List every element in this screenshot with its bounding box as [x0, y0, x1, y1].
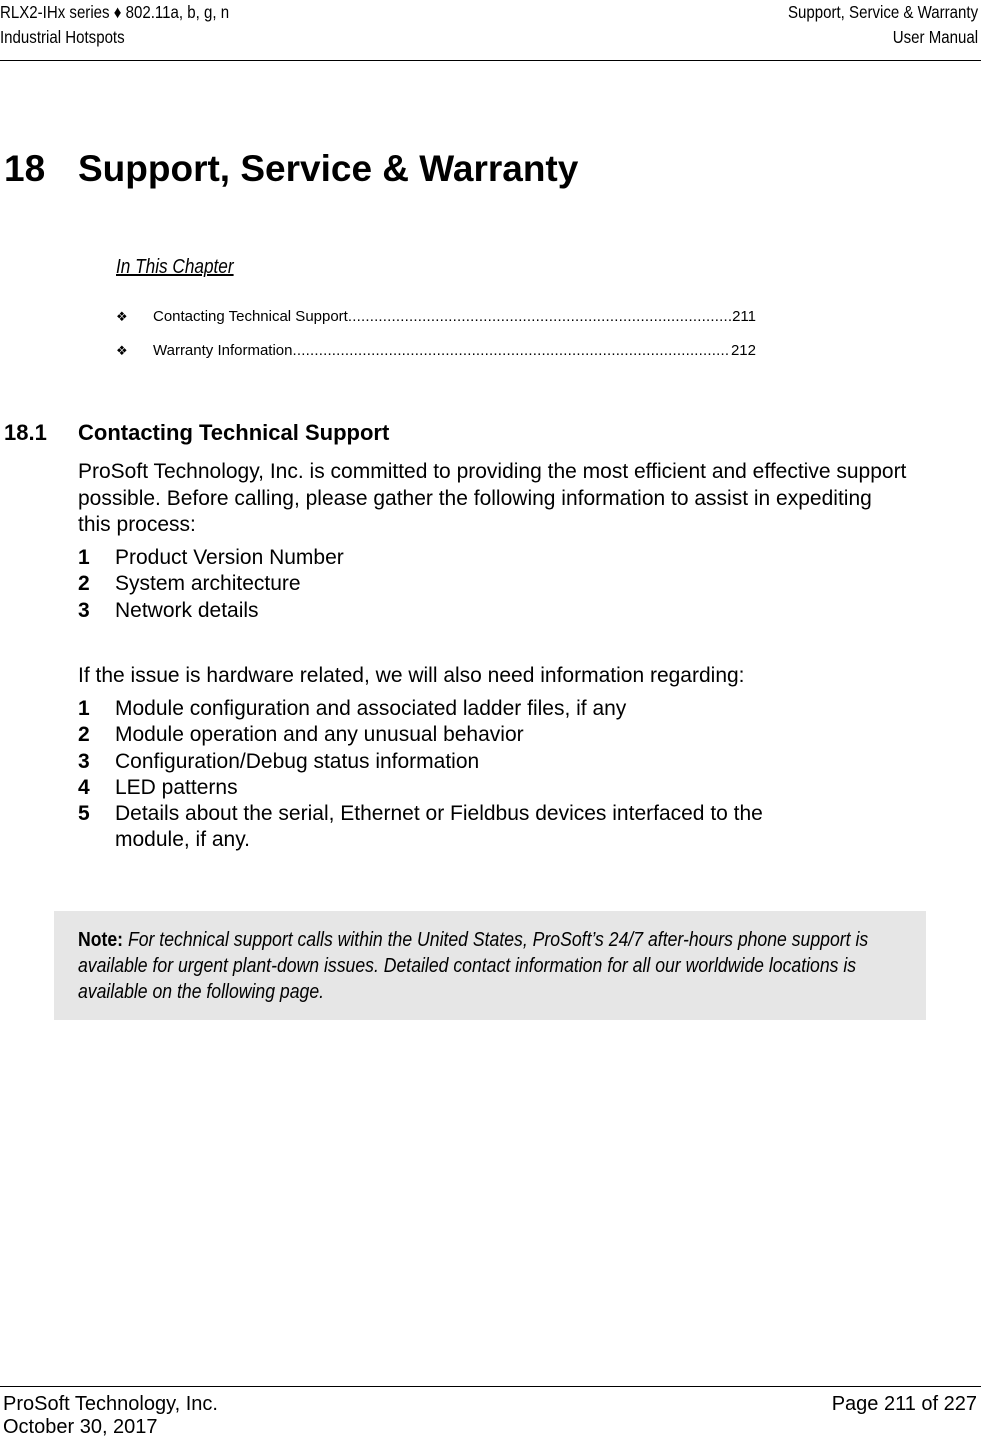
list-number: 2: [78, 723, 90, 747]
list-number: 4: [78, 775, 90, 799]
section-title: 18.1 Contacting Technical Support: [4, 420, 389, 446]
intro-paragraph: ProSoft Technology, Inc. is committed to…: [78, 460, 907, 536]
footer-company: ProSoft Technology, Inc.: [3, 1393, 218, 1415]
diamond-bullet-icon: ❖: [116, 309, 128, 324]
list-number: 3: [78, 749, 90, 773]
list-text: Network details: [115, 598, 259, 622]
list-item: 5 Details about the serial, Ethernet or F…: [78, 801, 908, 854]
list-text: LED patterns: [115, 775, 238, 799]
header-right: Support, Service & Warranty User Manual: [788, 0, 978, 50]
list-item: 2 Module operation and any unusual behavi…: [78, 722, 908, 748]
list-number: 1: [78, 546, 90, 569]
list-text: Configuration/Debug status information: [115, 749, 480, 773]
list-number: 3: [78, 598, 90, 622]
page-number: Page 211 of 227: [831, 1393, 977, 1415]
list-number: 5: [78, 802, 90, 826]
note-label: Note:: [78, 928, 124, 951]
list-item: 1 Module configuration and associated lad…: [78, 696, 908, 722]
list-text: Module operation and any unusual behavio…: [115, 723, 524, 747]
list-text: Product Version Number: [115, 546, 344, 569]
list-text: Details about the serial, Ethernet or Fi…: [115, 802, 763, 852]
note-message: For technical support calls within the U…: [78, 928, 869, 1003]
toc-item[interactable]: ❖ Contacting Technical Support 211: [116, 308, 756, 342]
list-item: 4 LED patterns: [78, 775, 908, 801]
list-item: 3 Network details: [78, 598, 908, 624]
section-number: 18.1: [4, 420, 47, 445]
list-text: Module configuration and associated ladd…: [115, 697, 627, 720]
hardware-info-list: 1 Module configuration and associated lad…: [78, 696, 908, 854]
header-left: RLX2-IHx series ♦ 802.11a, b, g, n Indus…: [0, 0, 229, 50]
toc-item[interactable]: ❖ Warranty Information 212: [116, 342, 756, 376]
list-item: 2 System architecture: [78, 571, 908, 597]
hardware-paragraph: If the issue is hardware related, we wil…: [78, 664, 745, 687]
page-header: RLX2-IHx series ♦ 802.11a, b, g, n Indus…: [0, 0, 981, 61]
list-text: System architecture: [115, 572, 301, 596]
header-doc-type: User Manual: [892, 27, 978, 47]
chapter-title: 18 Support, Service & Warranty: [4, 148, 578, 190]
list-item: 1 Product Version Number: [78, 545, 908, 571]
chapter-toc: ❖ Contacting Technical Support 211 ❖ War…: [116, 308, 756, 376]
info-list: 1 Product Version Number 2 System architec…: [78, 545, 908, 624]
section-title-text: Contacting Technical Support: [78, 420, 390, 445]
header-chapter-name: Support, Service & Warranty: [787, 2, 978, 22]
note-text: Note: For technical support calls within…: [78, 927, 904, 1005]
toc-item-page[interactable]: 211: [731, 308, 756, 325]
toc-item-label[interactable]: Warranty Information: [153, 342, 293, 359]
note-box: Note: For technical support calls within…: [54, 911, 926, 1020]
chapter-title-text: Support, Service & Warranty: [78, 148, 579, 189]
footer-left: ProSoft Technology, Inc. October 30, 201…: [3, 1393, 218, 1439]
footer-date: October 30, 2017: [3, 1416, 158, 1438]
toc-leader-dots: [293, 342, 730, 359]
list-number: 1: [78, 697, 90, 720]
toc-leader-dots: [348, 308, 731, 325]
diamond-bullet-icon: ❖: [116, 343, 128, 358]
chapter-number: 18: [4, 148, 46, 189]
toc-item-label[interactable]: Contacting Technical Support: [153, 308, 348, 325]
list-item: 3 Configuration/Debug status information: [78, 749, 908, 775]
product-series: RLX2-IHx series ♦ 802.11a, b, g, n: [0, 2, 230, 22]
product-type: Industrial Hotspots: [0, 27, 125, 47]
toc-heading: In This Chapter: [116, 256, 234, 278]
list-number: 2: [78, 572, 90, 596]
toc-item-page[interactable]: 212: [730, 342, 756, 359]
page-footer: ProSoft Technology, Inc. October 30, 201…: [0, 1386, 981, 1438]
